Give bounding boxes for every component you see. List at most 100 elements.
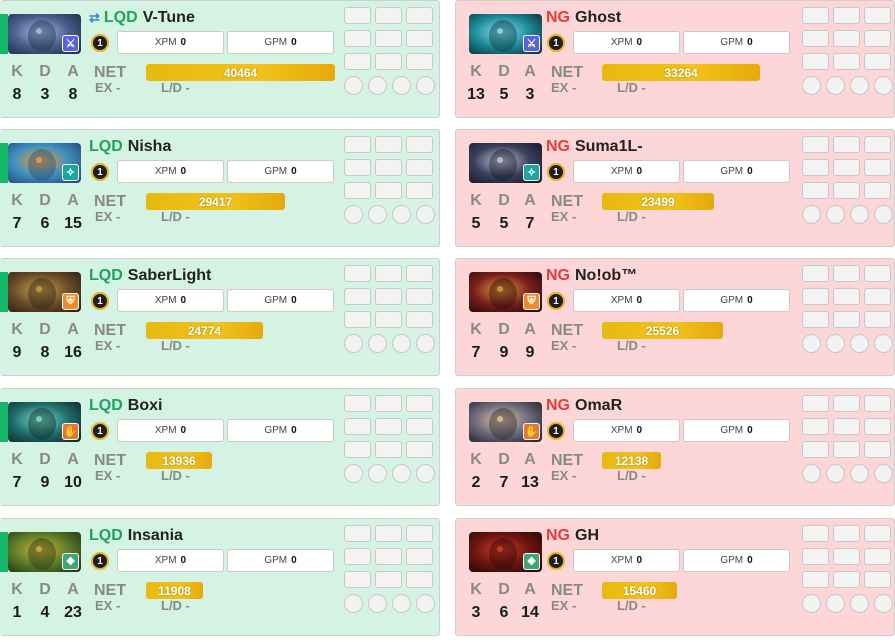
neutral-slot[interactable] [850, 76, 869, 95]
player-name[interactable]: Insania [128, 527, 183, 544]
player-name[interactable]: V-Tune [143, 9, 195, 26]
item-slot[interactable] [833, 53, 860, 70]
item-slot[interactable] [802, 136, 829, 153]
neutral-slot[interactable] [368, 464, 387, 483]
item-slot[interactable] [406, 265, 433, 282]
item-slot[interactable] [833, 525, 860, 542]
item-slot[interactable] [802, 53, 829, 70]
item-slot[interactable] [864, 265, 891, 282]
item-slot[interactable] [406, 30, 433, 47]
item-slot[interactable] [344, 395, 371, 412]
item-slot[interactable] [344, 136, 371, 153]
item-slot[interactable] [833, 571, 860, 588]
player-name[interactable]: SaberLight [128, 267, 212, 284]
neutral-slot[interactable] [392, 76, 411, 95]
neutral-slot[interactable] [874, 334, 893, 353]
item-slot[interactable] [375, 395, 402, 412]
item-slot[interactable] [833, 7, 860, 24]
item-slot[interactable] [864, 30, 891, 47]
item-slot[interactable] [864, 53, 891, 70]
item-slot[interactable] [406, 159, 433, 176]
item-slot[interactable] [864, 418, 891, 435]
item-slot[interactable] [833, 265, 860, 282]
item-slot[interactable] [406, 7, 433, 24]
item-slot[interactable] [864, 571, 891, 588]
item-slot[interactable] [344, 7, 371, 24]
item-slot[interactable] [344, 311, 371, 328]
item-slot[interactable] [344, 30, 371, 47]
player-name[interactable]: Boxi [128, 397, 163, 414]
item-slot[interactable] [406, 525, 433, 542]
item-slot[interactable] [802, 311, 829, 328]
neutral-slot[interactable] [850, 334, 869, 353]
neutral-slot[interactable] [392, 205, 411, 224]
item-slot[interactable] [406, 418, 433, 435]
item-slot[interactable] [344, 53, 371, 70]
neutral-slot[interactable] [802, 594, 821, 613]
item-slot[interactable] [864, 182, 891, 199]
item-slot[interactable] [375, 311, 402, 328]
item-slot[interactable] [864, 441, 891, 458]
item-slot[interactable] [833, 159, 860, 176]
neutral-slot[interactable] [826, 464, 845, 483]
neutral-slot[interactable] [368, 334, 387, 353]
item-slot[interactable] [344, 265, 371, 282]
neutral-slot[interactable] [368, 594, 387, 613]
item-slot[interactable] [802, 265, 829, 282]
item-slot[interactable] [833, 311, 860, 328]
item-slot[interactable] [344, 525, 371, 542]
item-slot[interactable] [864, 159, 891, 176]
item-slot[interactable] [833, 418, 860, 435]
neutral-slot[interactable] [368, 205, 387, 224]
neutral-slot[interactable] [850, 594, 869, 613]
item-slot[interactable] [864, 548, 891, 565]
item-slot[interactable] [864, 136, 891, 153]
item-slot[interactable] [802, 182, 829, 199]
item-slot[interactable] [375, 525, 402, 542]
item-slot[interactable] [406, 395, 433, 412]
item-slot[interactable] [375, 136, 402, 153]
neutral-slot[interactable] [392, 334, 411, 353]
neutral-slot[interactable] [416, 334, 435, 353]
neutral-slot[interactable] [368, 76, 387, 95]
item-slot[interactable] [344, 418, 371, 435]
neutral-slot[interactable] [850, 205, 869, 224]
item-slot[interactable] [406, 571, 433, 588]
item-slot[interactable] [833, 441, 860, 458]
item-slot[interactable] [375, 288, 402, 305]
item-slot[interactable] [864, 525, 891, 542]
item-slot[interactable] [406, 136, 433, 153]
item-slot[interactable] [833, 288, 860, 305]
neutral-slot[interactable] [392, 464, 411, 483]
neutral-slot[interactable] [344, 464, 363, 483]
item-slot[interactable] [375, 7, 402, 24]
item-slot[interactable] [344, 288, 371, 305]
item-slot[interactable] [802, 571, 829, 588]
neutral-slot[interactable] [416, 464, 435, 483]
item-slot[interactable] [375, 548, 402, 565]
item-slot[interactable] [375, 182, 402, 199]
item-slot[interactable] [375, 159, 402, 176]
item-slot[interactable] [802, 525, 829, 542]
item-slot[interactable] [833, 30, 860, 47]
item-slot[interactable] [833, 395, 860, 412]
neutral-slot[interactable] [416, 76, 435, 95]
neutral-slot[interactable] [874, 594, 893, 613]
neutral-slot[interactable] [826, 76, 845, 95]
item-slot[interactable] [864, 7, 891, 24]
neutral-slot[interactable] [802, 205, 821, 224]
item-slot[interactable] [375, 53, 402, 70]
item-slot[interactable] [344, 182, 371, 199]
item-slot[interactable] [344, 159, 371, 176]
item-slot[interactable] [375, 265, 402, 282]
item-slot[interactable] [864, 395, 891, 412]
neutral-slot[interactable] [850, 464, 869, 483]
item-slot[interactable] [864, 288, 891, 305]
neutral-slot[interactable] [344, 594, 363, 613]
item-slot[interactable] [406, 311, 433, 328]
player-name[interactable]: Nisha [128, 138, 172, 155]
player-name[interactable]: Suma1L- [575, 138, 643, 155]
neutral-slot[interactable] [802, 334, 821, 353]
item-slot[interactable] [802, 418, 829, 435]
neutral-slot[interactable] [826, 334, 845, 353]
